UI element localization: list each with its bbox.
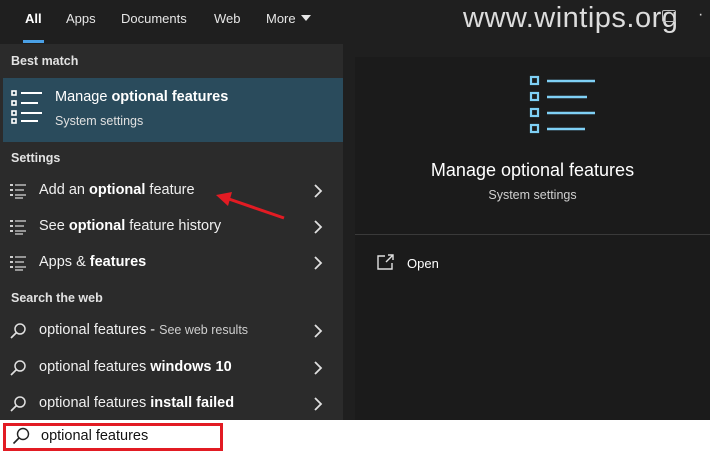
web-result-item[interactable]: optional features install failed xyxy=(0,387,343,421)
divider xyxy=(355,234,710,235)
settings-item-label: Add an optional feature xyxy=(39,182,195,198)
chevron-right-icon xyxy=(314,324,323,338)
search-tab-bar: All Apps Documents Web More www.wintips.… xyxy=(0,0,710,44)
best-match-item[interactable]: Manage optional features System settings xyxy=(3,78,343,142)
list-icon xyxy=(10,256,26,271)
chevron-right-icon xyxy=(314,397,323,411)
list-icon xyxy=(10,184,26,199)
detail-subtitle: System settings xyxy=(488,188,577,202)
chevron-right-icon xyxy=(314,361,323,375)
tab-all-label: All xyxy=(25,11,42,26)
tab-documents[interactable]: Documents xyxy=(121,0,187,44)
best-match-subtitle: System settings xyxy=(55,114,144,128)
open-action[interactable]: Open xyxy=(377,254,497,274)
detail-title: Manage optional features xyxy=(430,160,635,180)
tab-more[interactable]: More xyxy=(266,0,311,44)
section-header-best-match: Best match xyxy=(11,54,79,68)
section-header-search-web: Search the web xyxy=(11,291,103,305)
tab-more-label: More xyxy=(266,11,296,26)
search-icon xyxy=(10,323,26,339)
settings-item-label: See optional feature history xyxy=(39,218,222,234)
web-result-label: optional features install failed xyxy=(39,395,235,411)
tab-all[interactable]: All xyxy=(23,0,44,44)
tab-web[interactable]: Web xyxy=(214,0,241,44)
chevron-right-icon xyxy=(314,184,323,198)
list-icon xyxy=(10,220,26,235)
results-panel: Best match Manage optional features Syst… xyxy=(0,44,343,420)
list-icon xyxy=(11,90,42,124)
annotation-arrow-icon xyxy=(216,192,285,220)
active-tab-indicator xyxy=(23,40,44,43)
watermark: www.wintips.org xyxy=(463,2,679,34)
settings-item-label: Apps & features xyxy=(39,254,147,270)
web-result-item[interactable]: optional features windows 10 xyxy=(0,351,343,385)
best-match-title: Manage optional features xyxy=(55,89,229,105)
tab-web-label: Web xyxy=(214,11,241,26)
chevron-right-icon xyxy=(314,256,323,270)
open-label: Open xyxy=(407,256,439,271)
chevron-right-icon xyxy=(314,220,323,234)
detail-panel: Manage optional features System settings… xyxy=(355,57,710,420)
tab-apps[interactable]: Apps xyxy=(66,0,96,44)
list-icon xyxy=(529,75,595,134)
chevron-down-icon xyxy=(300,15,311,21)
section-header-settings: Settings xyxy=(11,151,61,165)
tab-documents-label: Documents xyxy=(121,11,187,26)
search-icon xyxy=(10,396,26,412)
more-options-icon[interactable]: · xyxy=(698,6,703,24)
tab-apps-label: Apps xyxy=(66,11,96,26)
annotation-highlight-box xyxy=(3,423,223,451)
open-icon xyxy=(377,254,394,270)
search-icon xyxy=(10,360,26,376)
feedback-icon[interactable] xyxy=(662,10,676,22)
web-result-item[interactable]: optional features - See web results xyxy=(0,314,343,348)
web-result-label: optional features - See web results xyxy=(39,322,249,338)
web-result-label: optional features windows 10 xyxy=(39,359,232,375)
settings-item-apps-features[interactable]: Apps & features xyxy=(0,246,343,280)
